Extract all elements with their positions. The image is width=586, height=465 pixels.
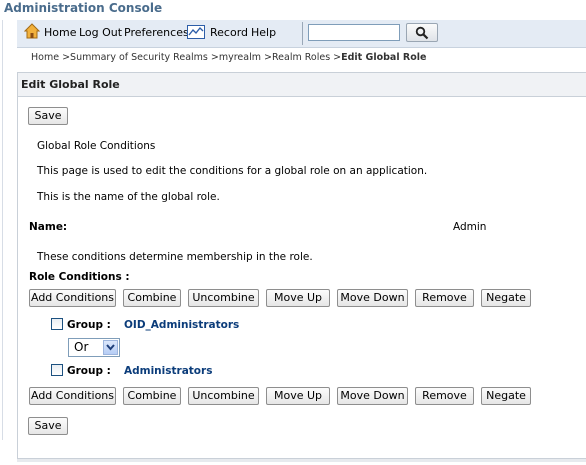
uncombine-button[interactable]: Uncombine — [188, 387, 259, 405]
add-conditions-label: Add Conditions — [30, 389, 114, 402]
operator-selected: Or — [74, 340, 89, 354]
condition-group-value: Administrators — [124, 365, 213, 377]
breadcrumb-realm-roles[interactable]: Realm Roles > — [272, 52, 341, 63]
remove-button[interactable]: Remove — [415, 387, 474, 405]
preferences-link[interactable]: Preferences — [124, 26, 189, 40]
search-input[interactable] — [308, 24, 400, 41]
name-label: Name: — [29, 221, 68, 233]
breadcrumb-security-realms[interactable]: Summary of Security Realms > — [70, 52, 219, 63]
combine-button[interactable]: Combine — [123, 289, 181, 307]
uncombine-button[interactable]: Uncombine — [188, 289, 259, 307]
combine-label: Combine — [127, 389, 177, 402]
role-conditions-label: Role Conditions : — [29, 271, 130, 283]
breadcrumb: Home >Summary of Security Realms >myreal… — [31, 51, 426, 64]
panel-shadow — [17, 459, 586, 462]
operator-select[interactable]: Or — [68, 338, 120, 357]
condition-group-label: Group : — [67, 319, 111, 331]
chevron-down-icon — [103, 340, 118, 355]
record-icon[interactable] — [187, 25, 205, 39]
breadcrumb-home[interactable]: Home > — [31, 52, 70, 63]
combine-button[interactable]: Combine — [123, 387, 181, 405]
breadcrumb-current: Edit Global Role — [341, 52, 427, 63]
toolbar-separator — [302, 22, 303, 45]
breadcrumb-myrealm[interactable]: myrealm > — [219, 52, 272, 63]
save-button-label: Save — [34, 419, 62, 432]
negate-label: Negate — [486, 291, 526, 304]
condition-checkbox[interactable] — [51, 318, 63, 330]
conditions-help-text: These conditions determine membership in… — [37, 251, 313, 263]
page-description: This page is used to edit the conditions… — [37, 165, 428, 177]
save-button-bottom[interactable]: Save — [28, 417, 68, 435]
move-down-button[interactable]: Move Down — [337, 387, 408, 405]
move-up-button[interactable]: Move Up — [266, 387, 330, 405]
save-button-top[interactable]: Save — [28, 107, 68, 125]
logout-link[interactable]: Log Out — [79, 26, 122, 40]
section-title: Global Role Conditions — [37, 140, 156, 152]
home-icon[interactable] — [24, 23, 40, 39]
condition-checkbox[interactable] — [51, 364, 63, 376]
name-value: Admin — [453, 221, 487, 233]
panel-title: Edit Global Role — [21, 78, 120, 91]
combine-label: Combine — [127, 291, 177, 304]
left-divider — [2, 20, 3, 440]
panel-header: Edit Global Role — [18, 73, 586, 97]
search-icon — [415, 26, 429, 40]
negate-button[interactable]: Negate — [481, 289, 531, 307]
add-conditions-button[interactable]: Add Conditions — [29, 387, 116, 405]
add-conditions-button[interactable]: Add Conditions — [29, 289, 116, 307]
remove-button[interactable]: Remove — [415, 289, 474, 307]
move-up-label: Move Up — [273, 291, 323, 304]
negate-button[interactable]: Negate — [481, 387, 531, 405]
move-down-button[interactable]: Move Down — [337, 289, 408, 307]
name-help-text: This is the name of the global role. — [37, 191, 220, 203]
move-up-label: Move Up — [273, 389, 323, 402]
edit-global-role-panel: Edit Global Role Save Global Role Condit… — [17, 72, 586, 459]
remove-label: Remove — [422, 389, 467, 402]
help-link[interactable]: Help — [251, 26, 276, 40]
toolbar-border — [17, 47, 586, 48]
toolbar: Home Log Out Preferences Record Help — [17, 20, 586, 47]
search-button[interactable] — [406, 23, 438, 42]
negate-label: Negate — [486, 389, 526, 402]
add-conditions-label: Add Conditions — [30, 291, 114, 304]
remove-label: Remove — [422, 291, 467, 304]
move-down-label: Move Down — [340, 389, 405, 402]
uncombine-label: Uncombine — [192, 291, 255, 304]
move-up-button[interactable]: Move Up — [266, 289, 330, 307]
save-button-label: Save — [34, 109, 62, 122]
app-title: Administration Console — [4, 1, 163, 15]
move-down-label: Move Down — [340, 291, 405, 304]
uncombine-label: Uncombine — [192, 389, 255, 402]
condition-group-value: OID_Administrators — [124, 319, 240, 331]
home-link[interactable]: Home — [44, 26, 76, 40]
condition-group-label: Group : — [67, 365, 111, 377]
record-link[interactable]: Record — [210, 26, 248, 40]
